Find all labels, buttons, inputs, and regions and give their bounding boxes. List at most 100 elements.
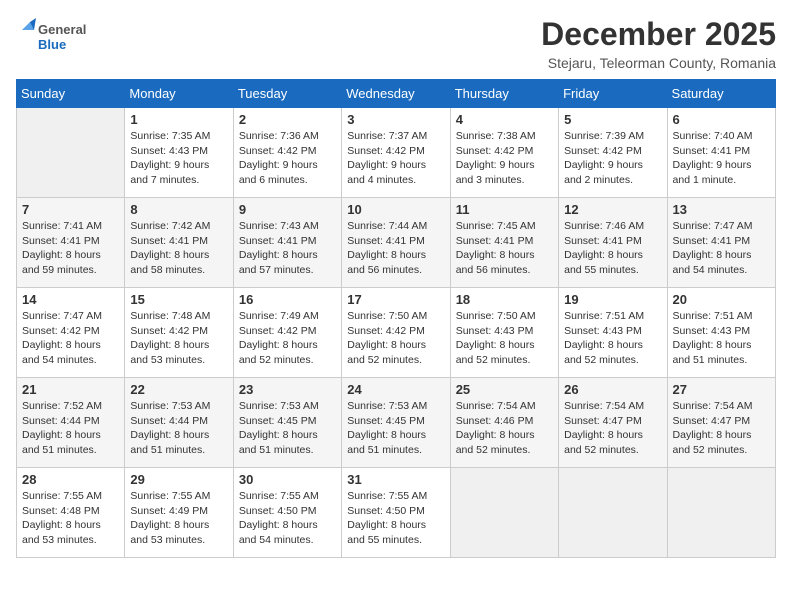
calendar-day-cell <box>559 468 667 558</box>
calendar-day-cell: 10Sunrise: 7:44 AMSunset: 4:41 PMDayligh… <box>342 198 450 288</box>
day-info: Sunrise: 7:55 AMSunset: 4:49 PMDaylight:… <box>130 489 227 548</box>
day-info: Sunrise: 7:46 AMSunset: 4:41 PMDaylight:… <box>564 219 661 278</box>
day-number: 30 <box>239 472 336 487</box>
calendar-day-cell: 5 Sunrise: 7:39 AMSunset: 4:42 PMDaylight… <box>559 108 667 198</box>
day-number: 16 <box>239 292 336 307</box>
calendar-week-row: 14Sunrise: 7:47 AMSunset: 4:42 PMDayligh… <box>17 288 776 378</box>
day-info: Sunrise: 7:55 AMSunset: 4:50 PMDaylight:… <box>239 489 336 548</box>
day-number: 29 <box>130 472 227 487</box>
day-number: 2 <box>239 112 336 127</box>
calendar-day-cell: 13 Sunrise: 7:47 AMSunset: 4:41 PMDayligh… <box>667 198 775 288</box>
calendar-day-cell: 6Sunrise: 7:40 AMSunset: 4:41 PMDaylight… <box>667 108 775 198</box>
day-info: Sunrise: 7:53 AMSunset: 4:44 PMDaylight:… <box>130 399 227 458</box>
day-number: 28 <box>22 472 119 487</box>
calendar-day-cell: 28 Sunrise: 7:55 AMSunset: 4:48 PMDayligh… <box>17 468 125 558</box>
day-info: Sunrise: 7:51 AMSunset: 4:43 PMDaylight:… <box>564 309 661 368</box>
day-info: Sunrise: 7:49 AMSunset: 4:42 PMDaylight:… <box>239 309 336 368</box>
day-number: 31 <box>347 472 444 487</box>
day-number: 26 <box>564 382 661 397</box>
day-number: 25 <box>456 382 553 397</box>
calendar-day-cell: 23 Sunrise: 7:53 AMSunset: 4:45 PMDayligh… <box>233 378 341 468</box>
day-number: 1 <box>130 112 227 127</box>
day-number: 21 <box>22 382 119 397</box>
day-number: 20 <box>673 292 770 307</box>
calendar-day-cell: 15 Sunrise: 7:48 AMSunset: 4:42 PMDayligh… <box>125 288 233 378</box>
day-info: Sunrise: 7:45 AMSunset: 4:41 PMDaylight:… <box>456 219 553 278</box>
page-header: General Blue December 2025 Stejaru, Tele… <box>16 16 776 71</box>
day-info: Sunrise: 7:47 AMSunset: 4:42 PMDaylight:… <box>22 309 119 368</box>
day-number: 7 <box>22 202 119 217</box>
day-number: 15 <box>130 292 227 307</box>
calendar-day-cell: 9 Sunrise: 7:43 AMSunset: 4:41 PMDaylight… <box>233 198 341 288</box>
location: Stejaru, Teleorman County, Romania <box>541 55 776 71</box>
day-info: Sunrise: 7:54 AMSunset: 4:47 PMDaylight:… <box>564 399 661 458</box>
day-info: Sunrise: 7:53 AMSunset: 4:45 PMDaylight:… <box>239 399 336 458</box>
day-number: 23 <box>239 382 336 397</box>
calendar-day-cell: 14Sunrise: 7:47 AMSunset: 4:42 PMDayligh… <box>17 288 125 378</box>
day-number: 3 <box>347 112 444 127</box>
header-wednesday: Wednesday <box>342 80 450 108</box>
calendar-week-row: 28 Sunrise: 7:55 AMSunset: 4:48 PMDayligh… <box>17 468 776 558</box>
day-info: Sunrise: 7:39 AMSunset: 4:42 PMDaylight:… <box>564 129 661 188</box>
calendar-day-cell: 17 Sunrise: 7:50 AMSunset: 4:42 PMDayligh… <box>342 288 450 378</box>
day-number: 5 <box>564 112 661 127</box>
day-number: 18 <box>456 292 553 307</box>
calendar-day-cell: 25Sunrise: 7:54 AMSunset: 4:46 PMDayligh… <box>450 378 558 468</box>
calendar-day-cell: 1 Sunrise: 7:35 AMSunset: 4:43 PMDaylight… <box>125 108 233 198</box>
calendar-day-cell: 4 Sunrise: 7:38 AMSunset: 4:42 PMDaylight… <box>450 108 558 198</box>
calendar-day-cell: 16 Sunrise: 7:49 AMSunset: 4:42 PMDayligh… <box>233 288 341 378</box>
calendar-day-cell: 27Sunrise: 7:54 AMSunset: 4:47 PMDayligh… <box>667 378 775 468</box>
calendar-day-cell: 29 Sunrise: 7:55 AMSunset: 4:49 PMDayligh… <box>125 468 233 558</box>
calendar-day-cell: 22 Sunrise: 7:53 AMSunset: 4:44 PMDayligh… <box>125 378 233 468</box>
day-info: Sunrise: 7:55 AMSunset: 4:48 PMDaylight:… <box>22 489 119 548</box>
day-number: 19 <box>564 292 661 307</box>
day-number: 17 <box>347 292 444 307</box>
day-number: 12 <box>564 202 661 217</box>
logo-svg: General Blue <box>16 16 96 60</box>
calendar-day-cell: 11 Sunrise: 7:45 AMSunset: 4:41 PMDayligh… <box>450 198 558 288</box>
day-info: Sunrise: 7:55 AMSunset: 4:50 PMDaylight:… <box>347 489 444 548</box>
svg-text:Blue: Blue <box>38 37 66 52</box>
day-info: Sunrise: 7:48 AMSunset: 4:42 PMDaylight:… <box>130 309 227 368</box>
day-number: 11 <box>456 202 553 217</box>
header-thursday: Thursday <box>450 80 558 108</box>
header-monday: Monday <box>125 80 233 108</box>
day-info: Sunrise: 7:51 AMSunset: 4:43 PMDaylight:… <box>673 309 770 368</box>
day-info: Sunrise: 7:53 AMSunset: 4:45 PMDaylight:… <box>347 399 444 458</box>
day-info: Sunrise: 7:37 AMSunset: 4:42 PMDaylight:… <box>347 129 444 188</box>
day-info: Sunrise: 7:41 AMSunset: 4:41 PMDaylight:… <box>22 219 119 278</box>
day-info: Sunrise: 7:42 AMSunset: 4:41 PMDaylight:… <box>130 219 227 278</box>
calendar-week-row: 7 Sunrise: 7:41 AMSunset: 4:41 PMDaylight… <box>17 198 776 288</box>
day-info: Sunrise: 7:36 AMSunset: 4:42 PMDaylight:… <box>239 129 336 188</box>
calendar-day-cell: 7 Sunrise: 7:41 AMSunset: 4:41 PMDaylight… <box>17 198 125 288</box>
calendar-day-cell: 12 Sunrise: 7:46 AMSunset: 4:41 PMDayligh… <box>559 198 667 288</box>
day-info: Sunrise: 7:47 AMSunset: 4:41 PMDaylight:… <box>673 219 770 278</box>
day-number: 4 <box>456 112 553 127</box>
header-tuesday: Tuesday <box>233 80 341 108</box>
header-saturday: Saturday <box>667 80 775 108</box>
calendar-day-cell: 21 Sunrise: 7:52 AMSunset: 4:44 PMDayligh… <box>17 378 125 468</box>
calendar-day-cell: 3 Sunrise: 7:37 AMSunset: 4:42 PMDaylight… <box>342 108 450 198</box>
day-number: 10 <box>347 202 444 217</box>
day-info: Sunrise: 7:50 AMSunset: 4:42 PMDaylight:… <box>347 309 444 368</box>
calendar-week-row: 21 Sunrise: 7:52 AMSunset: 4:44 PMDayligh… <box>17 378 776 468</box>
logo: General Blue <box>16 16 96 60</box>
day-number: 27 <box>673 382 770 397</box>
day-number: 24 <box>347 382 444 397</box>
calendar-day-cell: 8Sunrise: 7:42 AMSunset: 4:41 PMDaylight… <box>125 198 233 288</box>
calendar-day-cell: 18 Sunrise: 7:50 AMSunset: 4:43 PMDayligh… <box>450 288 558 378</box>
day-info: Sunrise: 7:40 AMSunset: 4:41 PMDaylight:… <box>673 129 770 188</box>
day-info: Sunrise: 7:38 AMSunset: 4:42 PMDaylight:… <box>456 129 553 188</box>
day-info: Sunrise: 7:52 AMSunset: 4:44 PMDaylight:… <box>22 399 119 458</box>
day-number: 22 <box>130 382 227 397</box>
calendar-day-cell <box>667 468 775 558</box>
calendar-day-cell: 30 Sunrise: 7:55 AMSunset: 4:50 PMDayligh… <box>233 468 341 558</box>
day-info: Sunrise: 7:43 AMSunset: 4:41 PMDaylight:… <box>239 219 336 278</box>
day-number: 9 <box>239 202 336 217</box>
title-block: December 2025 Stejaru, Teleorman County,… <box>541 16 776 71</box>
calendar-day-cell: 26 Sunrise: 7:54 AMSunset: 4:47 PMDayligh… <box>559 378 667 468</box>
day-info: Sunrise: 7:35 AMSunset: 4:43 PMDaylight:… <box>130 129 227 188</box>
day-number: 13 <box>673 202 770 217</box>
day-info: Sunrise: 7:50 AMSunset: 4:43 PMDaylight:… <box>456 309 553 368</box>
calendar-day-cell: 20 Sunrise: 7:51 AMSunset: 4:43 PMDayligh… <box>667 288 775 378</box>
